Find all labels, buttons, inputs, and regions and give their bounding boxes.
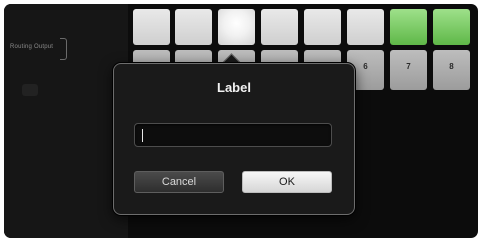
grid-button-top-7[interactable] — [390, 9, 427, 45]
grid-button-top-1[interactable] — [133, 9, 170, 45]
cancel-button[interactable]: Cancel — [134, 171, 224, 193]
grid-button-number: 7 — [406, 62, 411, 71]
grid-button-top-5[interactable] — [304, 9, 341, 45]
grid-button-top-2[interactable] — [175, 9, 212, 45]
dialog-title: Label — [217, 80, 251, 95]
grid-button-top-4[interactable] — [261, 9, 298, 45]
routing-output-label: Routing Output — [10, 44, 54, 50]
left-panel: Routing Output — [4, 4, 128, 238]
text-caret — [142, 129, 143, 142]
grid-button-top-3[interactable] — [218, 9, 255, 45]
grid-button-number: 8 — [449, 62, 454, 71]
grid-button-top-8[interactable] — [433, 9, 470, 45]
ok-button[interactable]: OK — [242, 171, 332, 193]
label-input[interactable] — [134, 123, 332, 147]
label-dialog: Label Cancel OK — [113, 63, 355, 215]
routing-bracket-icon — [60, 38, 67, 60]
grid-button-top-6[interactable] — [347, 9, 384, 45]
panel-icon — [22, 84, 38, 96]
